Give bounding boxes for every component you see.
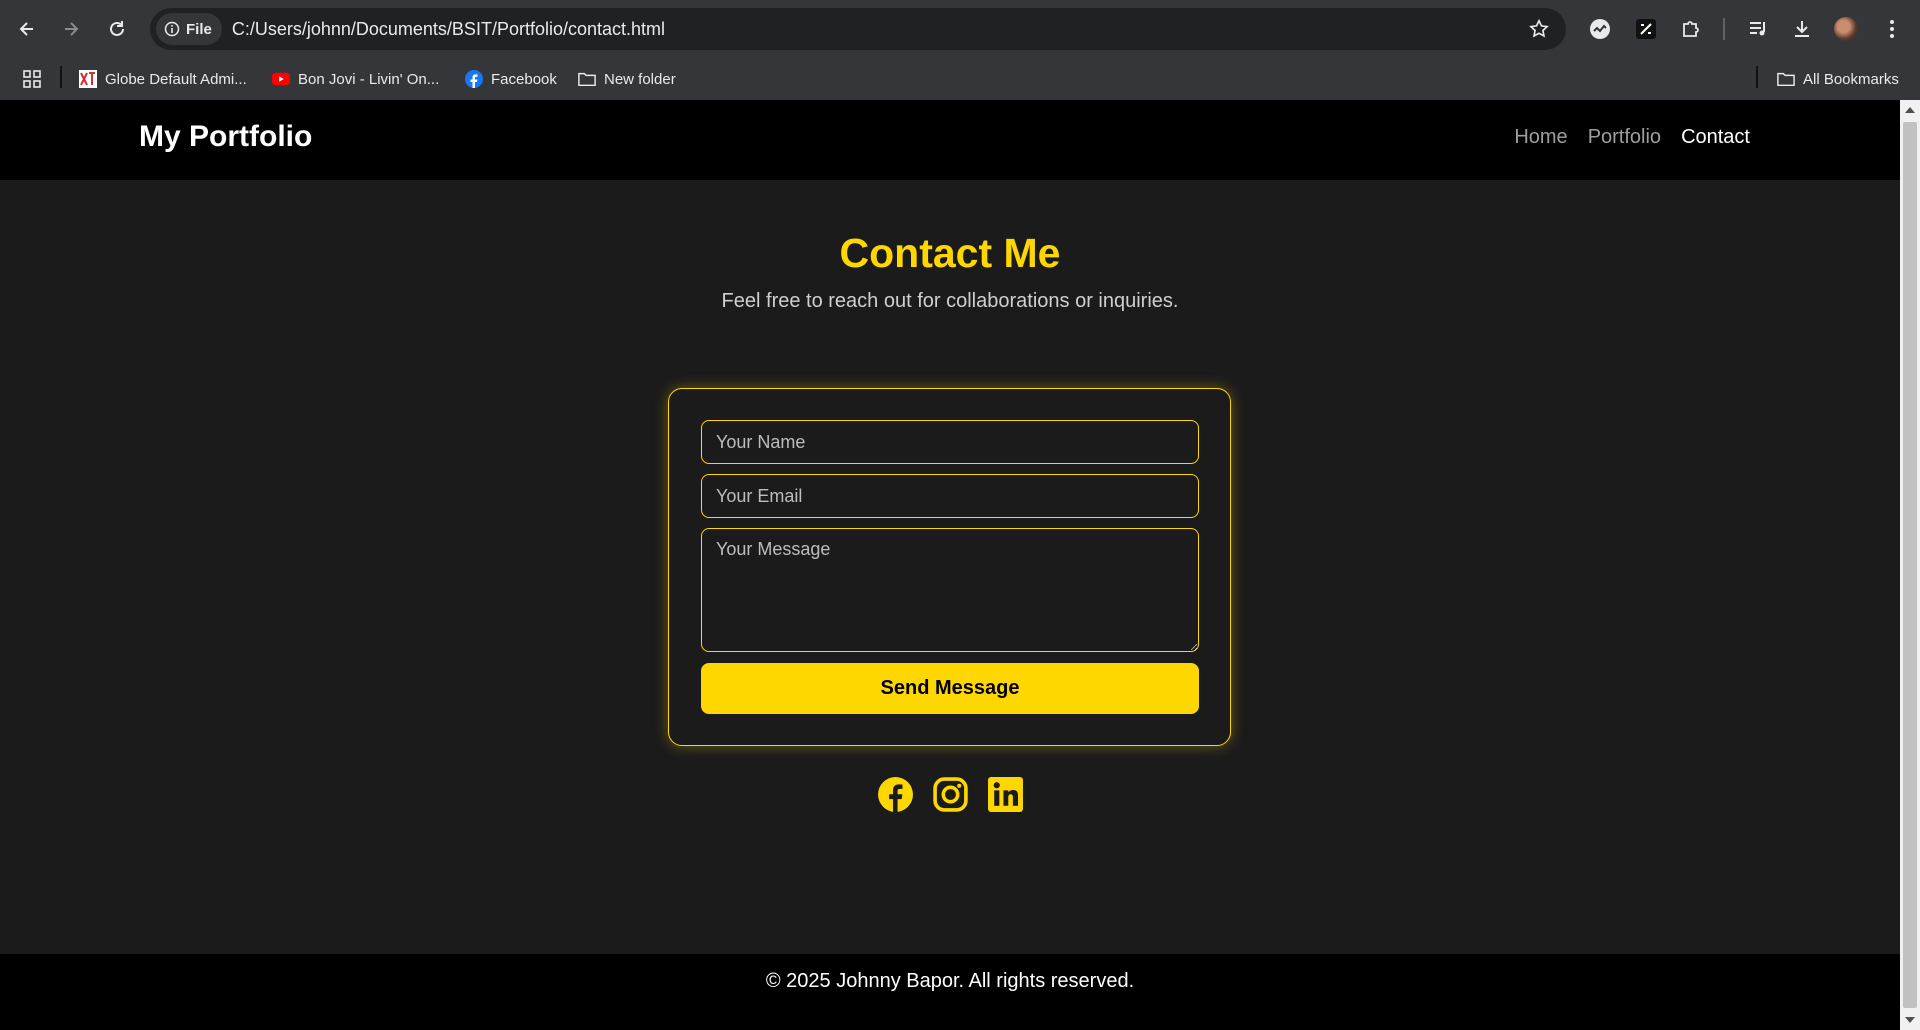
- queue-music-icon: [1750, 22, 1765, 36]
- extension-circle-icon: [1590, 19, 1610, 39]
- bookmarks-bar: Globe Default Admi... Bon Jovi - Livin' …: [0, 58, 1920, 100]
- nav-link-portfolio[interactable]: Portfolio: [1588, 126, 1661, 149]
- apps-grid-icon: [23, 70, 41, 88]
- browser-menu-button[interactable]: [1880, 17, 1904, 41]
- toolbar-divider: [1723, 18, 1725, 40]
- message-textarea[interactable]: [701, 528, 1199, 652]
- profile-avatar[interactable]: [1834, 17, 1858, 41]
- media-controls-button[interactable]: [1746, 17, 1770, 41]
- facebook-icon: [877, 777, 913, 812]
- reload-icon: [110, 21, 124, 36]
- more-vert-icon: [1890, 20, 1894, 38]
- scroll-up-arrow-icon[interactable]: [1905, 107, 1915, 113]
- bookmark-label: Globe Default Admi...: [105, 70, 247, 88]
- browser-chrome: File C:/Users/johnn/Documents/BSIT/Portf…: [0, 0, 1920, 100]
- send-message-button[interactable]: Send Message: [701, 663, 1199, 714]
- page-title: Contact Me: [839, 230, 1061, 276]
- site-info-chip[interactable]: File: [156, 13, 222, 45]
- site-header: My Portfolio Home Portfolio Contact: [0, 100, 1900, 180]
- bookmark-label: New folder: [604, 70, 676, 88]
- puzzle-icon: [1683, 21, 1699, 37]
- url-text[interactable]: C:/Users/johnn/Documents/BSIT/Portfolio/…: [232, 19, 665, 40]
- page-scrollbar[interactable]: [1900, 100, 1920, 1030]
- site-logo[interactable]: My Portfolio: [139, 120, 312, 154]
- reload-button[interactable]: [102, 14, 132, 44]
- bookmark-label: Bon Jovi - Livin' On...: [298, 70, 440, 88]
- footer-copyright: © 2025 Johnny Bapor. All rights reserved…: [765, 970, 1135, 992]
- extension-icon[interactable]: [1634, 17, 1658, 41]
- arrow-left-icon: [19, 22, 33, 36]
- site-footer: © 2025 Johnny Bapor. All rights reserved…: [0, 954, 1900, 1030]
- scroll-down-arrow-icon[interactable]: [1905, 1017, 1915, 1023]
- bookmark-star-icon[interactable]: [1528, 18, 1550, 40]
- bookmarks-divider: [1756, 66, 1758, 88]
- facebook-favicon-icon: [465, 70, 483, 88]
- address-bar[interactable]: File C:/Users/johnn/Documents/BSIT/Portf…: [150, 8, 1566, 50]
- download-icon: [1795, 21, 1809, 37]
- bookmark-item[interactable]: Facebook: [465, 68, 557, 90]
- apps-button[interactable]: [22, 68, 42, 90]
- back-button[interactable]: [12, 14, 42, 44]
- file-chip-label: File: [186, 20, 212, 38]
- site-nav: Home Portfolio Contact: [1514, 126, 1750, 149]
- linkedin-link[interactable]: [987, 776, 1024, 813]
- extension-icon[interactable]: [1588, 17, 1612, 41]
- email-input[interactable]: [701, 474, 1199, 518]
- linkedin-icon: [987, 777, 1023, 812]
- contact-form: Send Message: [668, 388, 1231, 746]
- facebook-link[interactable]: [877, 776, 914, 813]
- nav-link-contact[interactable]: Contact: [1681, 126, 1750, 149]
- extension-square-icon: [1636, 19, 1656, 39]
- folder-icon: [1777, 70, 1795, 88]
- bookmark-item[interactable]: Bon Jovi - Livin' On...: [272, 68, 439, 90]
- all-bookmarks-label: All Bookmarks: [1803, 70, 1899, 88]
- social-links: [0, 776, 1900, 813]
- youtube-favicon-icon: [272, 70, 290, 88]
- arrow-right-icon: [65, 22, 79, 36]
- bookmark-item[interactable]: Globe Default Admi...: [79, 68, 247, 90]
- info-icon: [164, 21, 180, 37]
- folder-icon: [578, 70, 596, 88]
- nav-link-home[interactable]: Home: [1514, 126, 1567, 149]
- downloads-button[interactable]: [1790, 17, 1814, 41]
- instagram-link[interactable]: [932, 776, 969, 813]
- extensions-button[interactable]: [1679, 17, 1703, 41]
- bookmark-folder[interactable]: New folder: [578, 68, 676, 90]
- instagram-icon: [932, 777, 968, 812]
- bookmarks-divider: [60, 66, 62, 88]
- scrollbar-thumb[interactable]: [1903, 122, 1917, 1008]
- forward-button[interactable]: [56, 14, 86, 44]
- bookmark-label: Facebook: [491, 70, 557, 88]
- name-input[interactable]: [701, 420, 1199, 464]
- browser-toolbar: File C:/Users/johnn/Documents/BSIT/Portf…: [0, 0, 1920, 58]
- page-subtitle: Feel free to reach out for collaboration…: [721, 290, 1179, 312]
- page-viewport: My Portfolio Home Portfolio Contact Cont…: [0, 100, 1900, 1030]
- globe-favicon-icon: [79, 70, 97, 88]
- all-bookmarks-button[interactable]: All Bookmarks: [1777, 68, 1899, 90]
